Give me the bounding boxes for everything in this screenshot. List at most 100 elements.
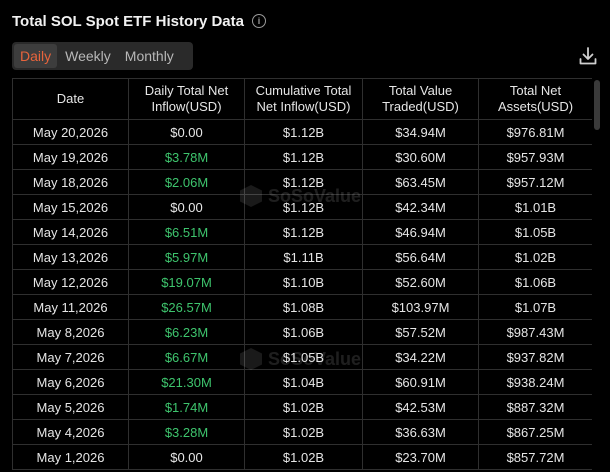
cell-daily-inflow: $1.74M [128, 394, 245, 420]
info-icon[interactable]: i [251, 14, 266, 28]
column-header-value-traded: Total Value Traded(USD) [362, 78, 479, 120]
cell-cumulative-inflow: $1.08B [244, 294, 363, 320]
table-row: May 18,2026 $2.06M $1.12B $63.45M $957.12M [12, 169, 592, 195]
cell-daily-inflow: $0.00 [128, 194, 245, 220]
cell-cumulative-inflow: $1.12B [244, 194, 363, 220]
cell-date: May 8,2026 [12, 319, 129, 345]
cell-net-assets: $1.07B [478, 294, 592, 320]
download-icon[interactable] [578, 46, 598, 66]
cell-daily-inflow: $6.51M [128, 219, 245, 245]
cell-value-traded: $52.60M [362, 269, 479, 295]
table-scrollbar[interactable] [594, 80, 600, 130]
cell-value-traded: $42.53M [362, 394, 479, 420]
table-row: May 8,2026 $6.23M $1.06B $57.52M $987.43M [12, 319, 592, 345]
table-row: May 6,2026 $21.30M $1.04B $60.91M $938.24M [12, 369, 592, 395]
cell-net-assets: $987.43M [478, 319, 592, 345]
cell-value-traded: $30.60M [362, 144, 479, 170]
tab-monthly[interactable]: Monthly [119, 44, 180, 68]
column-header-cumulative-inflow: Cumulative Total Net Inflow(USD) [244, 78, 363, 120]
cell-daily-inflow: $3.78M [128, 144, 245, 170]
column-header-daily-inflow: Daily Total Net Inflow(USD) [128, 78, 245, 120]
cell-date: May 4,2026 [12, 419, 129, 445]
column-header-date: Date [12, 78, 129, 120]
cell-cumulative-inflow: $1.12B [244, 169, 363, 195]
period-tabs: Daily Weekly Monthly [12, 42, 193, 70]
tab-weekly[interactable]: Weekly [59, 44, 117, 68]
cell-cumulative-inflow: $1.02B [244, 394, 363, 420]
cell-value-traded: $34.22M [362, 344, 479, 370]
cell-cumulative-inflow: $1.02B [244, 419, 363, 445]
header: Total SOL Spot ETF History Data i [12, 10, 266, 32]
cell-net-assets: $857.72M [478, 444, 592, 470]
cell-cumulative-inflow: $1.10B [244, 269, 363, 295]
table-row: May 15,2026 $0.00 $1.12B $42.34M $1.01B [12, 194, 592, 220]
cell-net-assets: $887.32M [478, 394, 592, 420]
cell-net-assets: $957.12M [478, 169, 592, 195]
cell-value-traded: $34.94M [362, 119, 479, 145]
cell-daily-inflow: $0.00 [128, 119, 245, 145]
cell-net-assets: $976.81M [478, 119, 592, 145]
cell-daily-inflow: $6.23M [128, 319, 245, 345]
cell-value-traded: $23.70M [362, 444, 479, 470]
cell-daily-inflow: $19.07M [128, 269, 245, 295]
cell-date: May 11,2026 [12, 294, 129, 320]
table-row: May 13,2026 $5.97M $1.11B $56.64M $1.02B [12, 244, 592, 270]
cell-net-assets: $1.06B [478, 269, 592, 295]
table-row: May 11,2026 $26.57M $1.08B $103.97M $1.07B [12, 294, 592, 320]
cell-net-assets: $1.02B [478, 244, 592, 270]
cell-date: May 6,2026 [12, 369, 129, 395]
cell-net-assets: $1.05B [478, 219, 592, 245]
cell-date: May 13,2026 [12, 244, 129, 270]
table-header-row: Date Daily Total Net Inflow(USD) Cumulat… [12, 78, 592, 120]
cell-net-assets: $1.01B [478, 194, 592, 220]
cell-daily-inflow: $3.28M [128, 419, 245, 445]
cell-value-traded: $36.63M [362, 419, 479, 445]
table-row: May 19,2026 $3.78M $1.12B $30.60M $957.93M [12, 144, 592, 170]
cell-daily-inflow: $5.97M [128, 244, 245, 270]
table-row: May 4,2026 $3.28M $1.02B $36.63M $867.25M [12, 419, 592, 445]
cell-daily-inflow: $21.30M [128, 369, 245, 395]
cell-date: May 14,2026 [12, 219, 129, 245]
cell-value-traded: $46.94M [362, 219, 479, 245]
cell-date: May 19,2026 [12, 144, 129, 170]
cell-cumulative-inflow: $1.11B [244, 244, 363, 270]
cell-cumulative-inflow: $1.04B [244, 369, 363, 395]
cell-net-assets: $937.82M [478, 344, 592, 370]
cell-daily-inflow: $2.06M [128, 169, 245, 195]
cell-net-assets: $867.25M [478, 419, 592, 445]
cell-cumulative-inflow: $1.12B [244, 119, 363, 145]
cell-date: May 20,2026 [12, 119, 129, 145]
table-row: May 7,2026 $6.67M $1.05B $34.22M $937.82M [12, 344, 592, 370]
cell-date: May 5,2026 [12, 394, 129, 420]
table-body: May 20,2026 $0.00 $1.12B $34.94M $976.81M May… [12, 119, 592, 470]
cell-value-traded: $42.34M [362, 194, 479, 220]
cell-value-traded: $56.64M [362, 244, 479, 270]
cell-value-traded: $103.97M [362, 294, 479, 320]
table-row: May 1,2026 $0.00 $1.02B $23.70M $857.72M [12, 444, 592, 470]
cell-value-traded: $60.91M [362, 369, 479, 395]
cell-cumulative-inflow: $1.06B [244, 319, 363, 345]
cell-cumulative-inflow: $1.02B [244, 444, 363, 470]
cell-date: May 15,2026 [12, 194, 129, 220]
history-table-container: Date Daily Total Net Inflow(USD) Cumulat… [12, 78, 592, 472]
cell-value-traded: $57.52M [362, 319, 479, 345]
cell-cumulative-inflow: $1.12B [244, 219, 363, 245]
table-row: May 14,2026 $6.51M $1.12B $46.94M $1.05B [12, 219, 592, 245]
cell-daily-inflow: $6.67M [128, 344, 245, 370]
column-header-net-assets: Total Net Assets(USD) [478, 78, 592, 120]
cell-date: May 7,2026 [12, 344, 129, 370]
table-row: May 20,2026 $0.00 $1.12B $34.94M $976.81M [12, 119, 592, 145]
cell-value-traded: $63.45M [362, 169, 479, 195]
page-title: Total SOL Spot ETF History Data [12, 12, 244, 30]
tab-daily[interactable]: Daily [14, 44, 58, 68]
cell-net-assets: $938.24M [478, 369, 592, 395]
cell-date: May 18,2026 [12, 169, 129, 195]
cell-net-assets: $957.93M [478, 144, 592, 170]
history-table: Date Daily Total Net Inflow(USD) Cumulat… [12, 78, 592, 470]
cell-daily-inflow: $0.00 [128, 444, 245, 470]
table-row: May 5,2026 $1.74M $1.02B $42.53M $887.32M [12, 394, 592, 420]
cell-cumulative-inflow: $1.12B [244, 144, 363, 170]
table-row: May 12,2026 $19.07M $1.10B $52.60M $1.06B [12, 269, 592, 295]
cell-date: May 1,2026 [12, 444, 129, 470]
cell-cumulative-inflow: $1.05B [244, 344, 363, 370]
